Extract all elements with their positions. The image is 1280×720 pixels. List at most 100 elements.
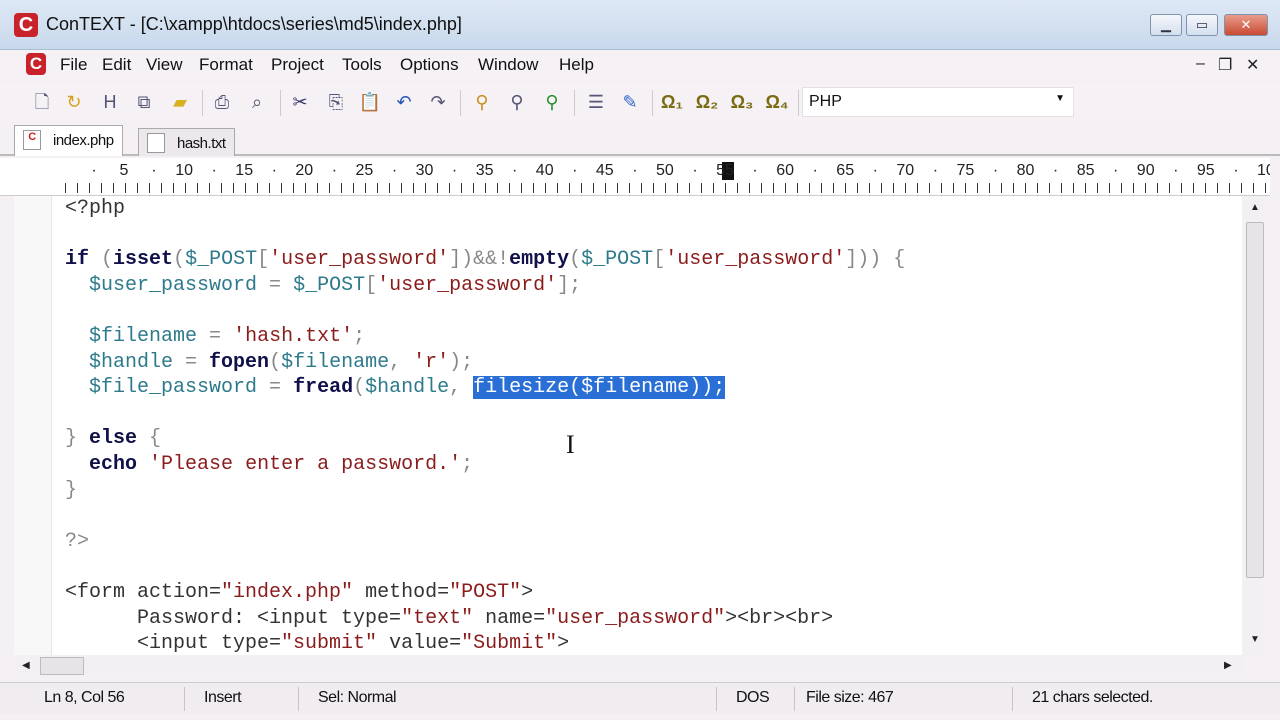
print-icon[interactable]: ⎙ — [210, 90, 234, 114]
ruler-dot: · — [451, 162, 458, 179]
scroll-right-icon[interactable]: ▶ — [1224, 660, 1232, 671]
copy-icon[interactable]: ⎘ — [324, 90, 348, 114]
code-token: } — [65, 478, 78, 502]
menu-tools[interactable]: Tools — [342, 55, 382, 75]
minimize-button[interactable]: ▁ — [1150, 14, 1182, 36]
mdi-restore-button[interactable]: ❐ — [1218, 55, 1232, 75]
find-next-icon[interactable]: ⚲ — [505, 90, 529, 114]
code-token: 'user_password' — [377, 273, 558, 297]
menu-bar: C File Edit View Format Project Tools Op… — [0, 50, 1280, 80]
vertical-scrollbar[interactable]: ▲ ▼ — [1244, 196, 1266, 656]
menu-view[interactable]: View — [146, 55, 183, 75]
redo-icon[interactable]: ↷ — [426, 90, 450, 114]
undo-icon[interactable]: ↶ — [392, 90, 416, 114]
ruler-dot: · — [872, 162, 878, 179]
vertical-scroll-thumb[interactable] — [1246, 222, 1264, 578]
toolbar: 🗋 ↻ H ⧉ ▰ ⎙ ⌕ ✂ ⎘ 📋 ↶ ↷ ⚲ ⚲ ⚲ ☰ ✎ Ω₁ Ω₂ … — [0, 84, 1280, 120]
code-line: $filename = 'hash.txt'; — [65, 324, 905, 350]
tab-index-php[interactable]: Cindex.php — [14, 125, 123, 156]
user-command-4-icon[interactable]: Ω₄ — [765, 90, 789, 114]
mdi-minimize-button[interactable]: – — [1196, 55, 1205, 73]
code-line: echo 'Please enter a password.'; — [65, 452, 905, 478]
settings-icon[interactable]: ✎ — [618, 90, 642, 114]
code-token: = — [197, 324, 234, 348]
app-icon: C — [14, 13, 38, 37]
code-line: <input type="submit" value="Submit"> — [65, 631, 905, 656]
code-line: $handle = fopen($filename, 'r'); — [65, 350, 905, 376]
code-token: $_POST — [185, 248, 258, 272]
open-folder-icon[interactable]: ▰ — [168, 90, 192, 114]
ruler-number: 90 — [1136, 162, 1155, 179]
ruler-number: 30 — [415, 162, 434, 179]
print-preview-icon[interactable]: ⌕ — [245, 90, 269, 114]
ruler-number: 85 — [1076, 162, 1095, 179]
code-token: , — [389, 350, 414, 374]
php-file-icon: C — [23, 130, 41, 150]
save-all-icon[interactable]: ⧉ — [132, 90, 156, 114]
menu-file[interactable]: File — [60, 55, 87, 75]
menu-format[interactable]: Format — [199, 55, 253, 75]
ruler-number: 35 — [475, 162, 494, 179]
language-select[interactable]: PHP ▼ — [802, 87, 1074, 117]
code-editor[interactable]: <?php if (isset($_POST['user_password'])… — [14, 196, 1242, 656]
text-file-icon — [147, 133, 165, 153]
menu-edit[interactable]: Edit — [102, 55, 131, 75]
text-cursor-icon: I — [566, 430, 575, 459]
cut-icon[interactable]: ✂ — [288, 90, 312, 114]
menu-project[interactable]: Project — [271, 55, 324, 75]
ruler-dot: · — [271, 162, 277, 179]
tab-hash-txt[interactable]: hash.txt — [138, 128, 235, 156]
replace-icon[interactable]: ⚲ — [540, 90, 564, 114]
horizontal-scroll-thumb[interactable] — [40, 657, 84, 675]
code-token: empty — [509, 248, 570, 272]
menu-window[interactable]: Window — [478, 55, 538, 75]
code-token: ?> — [65, 529, 90, 553]
code-token: action= — [137, 580, 222, 604]
code-line: } — [65, 478, 905, 504]
code-token: ; — [353, 324, 366, 348]
cursor-position: Ln 8, Col 56 — [44, 689, 125, 706]
code-token: 'user_password' — [269, 248, 450, 272]
close-button[interactable]: ✕ — [1224, 14, 1268, 36]
user-command-1-icon[interactable]: Ω₁ — [660, 90, 684, 114]
find-icon[interactable]: ⚲ — [470, 90, 494, 114]
selection-count: 21 chars selected. — [1032, 689, 1153, 706]
code-token: isset — [113, 248, 174, 272]
code-content[interactable]: <?php if (isset($_POST['user_password'])… — [65, 196, 905, 656]
ruler-dot: · — [752, 162, 758, 179]
code-token: <input type= — [65, 632, 282, 656]
document-icon[interactable]: C — [26, 53, 46, 75]
code-token: "user_password" — [545, 606, 726, 630]
menu-help[interactable]: Help — [559, 55, 594, 75]
new-file-icon[interactable]: 🗋 — [30, 90, 54, 114]
user-command-2-icon[interactable]: Ω₂ — [695, 90, 719, 114]
tab-bar: Cindex.php hash.txt — [0, 124, 1280, 156]
open-icon[interactable]: ↻ — [62, 90, 86, 114]
code-token: ( — [89, 248, 114, 272]
mdi-close-button[interactable]: ✕ — [1246, 55, 1259, 75]
chevron-down-icon: ▼ — [1055, 93, 1065, 104]
user-command-3-icon[interactable]: Ω₃ — [730, 90, 754, 114]
restore-button[interactable]: ▭ — [1186, 14, 1218, 36]
code-token: ( — [353, 376, 366, 400]
menu-options[interactable]: Options — [400, 55, 459, 75]
language-value: PHP — [809, 93, 842, 110]
code-token: = — [257, 376, 294, 400]
save-icon[interactable]: H — [98, 90, 122, 114]
ruler-number: 15 — [235, 162, 254, 179]
scroll-down-icon[interactable]: ▼ — [1250, 634, 1260, 645]
code-token: 'user_password' — [665, 248, 846, 272]
paste-icon[interactable]: 📋 — [358, 90, 382, 114]
code-token: "submit" — [281, 632, 378, 656]
code-token: ( — [569, 248, 582, 272]
horizontal-scrollbar[interactable]: ◀ ▶ — [14, 655, 1244, 677]
scroll-left-icon[interactable]: ◀ — [22, 660, 30, 671]
document-properties-icon[interactable]: ☰ — [584, 90, 608, 114]
code-token: $_POST — [293, 273, 366, 297]
code-token: [ — [653, 248, 666, 272]
line-ending-format: DOS — [736, 689, 770, 706]
code-line: ?> — [65, 529, 905, 555]
ruler-dot: · — [211, 162, 217, 179]
scroll-up-icon[interactable]: ▲ — [1250, 202, 1260, 213]
